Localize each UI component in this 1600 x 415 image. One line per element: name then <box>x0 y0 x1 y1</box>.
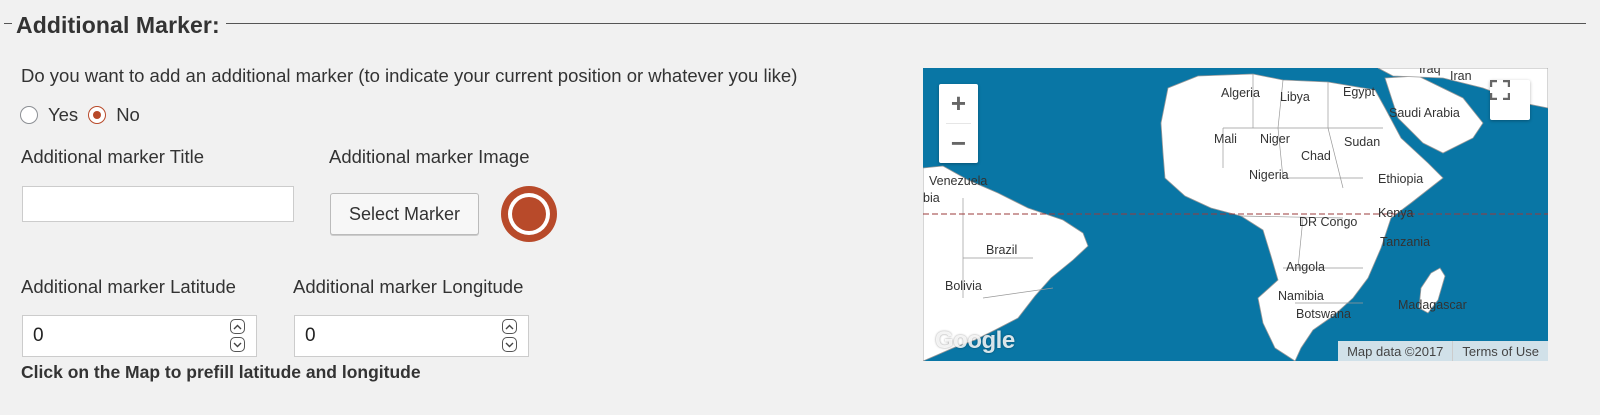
map-label-tanzania: Tanzania <box>1380 235 1430 249</box>
map-attribution: Map data ©2017 Terms of Use <box>1338 341 1548 361</box>
map-label-drc: DR Congo <box>1299 215 1357 229</box>
latitude-input[interactable]: 0 <box>22 315 257 357</box>
marker-preview-icon <box>501 186 557 242</box>
title-label: Additional marker Title <box>21 146 205 167</box>
map-label-iran: Iran <box>1450 69 1472 83</box>
map-widget[interactable]: Iraq Iran Algeria Libya Egypt Saudi Arab… <box>923 68 1548 361</box>
fullscreen-button[interactable] <box>1490 80 1530 120</box>
latitude-decrement[interactable] <box>230 337 245 352</box>
longitude-label: Additional marker Longitude <box>293 276 524 297</box>
zoom-control: + − <box>939 84 978 163</box>
map-canvas[interactable]: Iraq Iran Algeria Libya Egypt Saudi Arab… <box>923 68 1548 361</box>
map-label-venezuela: Venezuela <box>929 174 987 188</box>
longitude-decrement[interactable] <box>502 337 517 352</box>
google-logo: Google <box>935 327 1015 354</box>
longitude-input[interactable]: 0 <box>294 315 529 357</box>
radio-no-label[interactable]: No <box>116 104 140 126</box>
longitude-increment[interactable] <box>502 319 517 334</box>
map-label-ethiopia: Ethiopia <box>1378 172 1423 186</box>
map-label-algeria: Algeria <box>1221 86 1260 100</box>
map-label-iraq: Iraq <box>1419 68 1441 76</box>
map-label-botswana: Botswana <box>1296 307 1351 321</box>
zoom-out-button[interactable]: − <box>939 124 978 163</box>
map-label-sudan: Sudan <box>1344 135 1380 149</box>
chevron-up-icon <box>233 324 242 329</box>
chevron-up-icon <box>505 324 514 329</box>
radio-group: Yes No <box>20 104 150 126</box>
map-label-namibia: Namibia <box>1278 289 1324 303</box>
latitude-increment[interactable] <box>230 319 245 334</box>
fieldset-border <box>4 23 1586 24</box>
map-label-saudi: Saudi Arabia <box>1389 106 1460 120</box>
chevron-down-icon <box>505 342 514 347</box>
map-label-chad: Chad <box>1301 149 1331 163</box>
map-label-egypt: Egypt <box>1343 85 1375 99</box>
select-marker-button[interactable]: Select Marker <box>330 193 479 235</box>
map-label-libya: Libya <box>1280 90 1310 104</box>
map-label-bia: bia <box>923 191 940 205</box>
map-hint: Click on the Map to prefill latitude and… <box>21 362 421 382</box>
chevron-down-icon <box>233 342 242 347</box>
radio-yes[interactable] <box>20 106 38 124</box>
section-legend: Additional Marker: <box>12 12 226 39</box>
map-label-niger: Niger <box>1260 132 1290 146</box>
question-text: Do you want to add an additional marker … <box>21 65 798 86</box>
map-label-kenya: Kenya <box>1378 206 1413 220</box>
radio-no[interactable] <box>88 106 107 124</box>
map-label-brazil: Brazil <box>986 243 1017 257</box>
map-data-text: Map data ©2017 <box>1347 343 1444 359</box>
terms-of-use-link[interactable]: Terms of Use <box>1453 344 1548 359</box>
latitude-label: Additional marker Latitude <box>21 276 236 297</box>
title-input[interactable] <box>22 186 294 222</box>
map-label-angola: Angola <box>1286 260 1325 274</box>
map-label-bolivia: Bolivia <box>945 279 982 293</box>
image-label: Additional marker Image <box>329 146 530 167</box>
fullscreen-icon <box>1490 80 1510 100</box>
radio-yes-label[interactable]: Yes <box>48 104 78 126</box>
map-label-mali: Mali <box>1214 132 1237 146</box>
zoom-in-button[interactable]: + <box>939 84 978 123</box>
map-label-nigeria: Nigeria <box>1249 168 1289 182</box>
map-label-madagascar: Madagascar <box>1398 298 1467 312</box>
